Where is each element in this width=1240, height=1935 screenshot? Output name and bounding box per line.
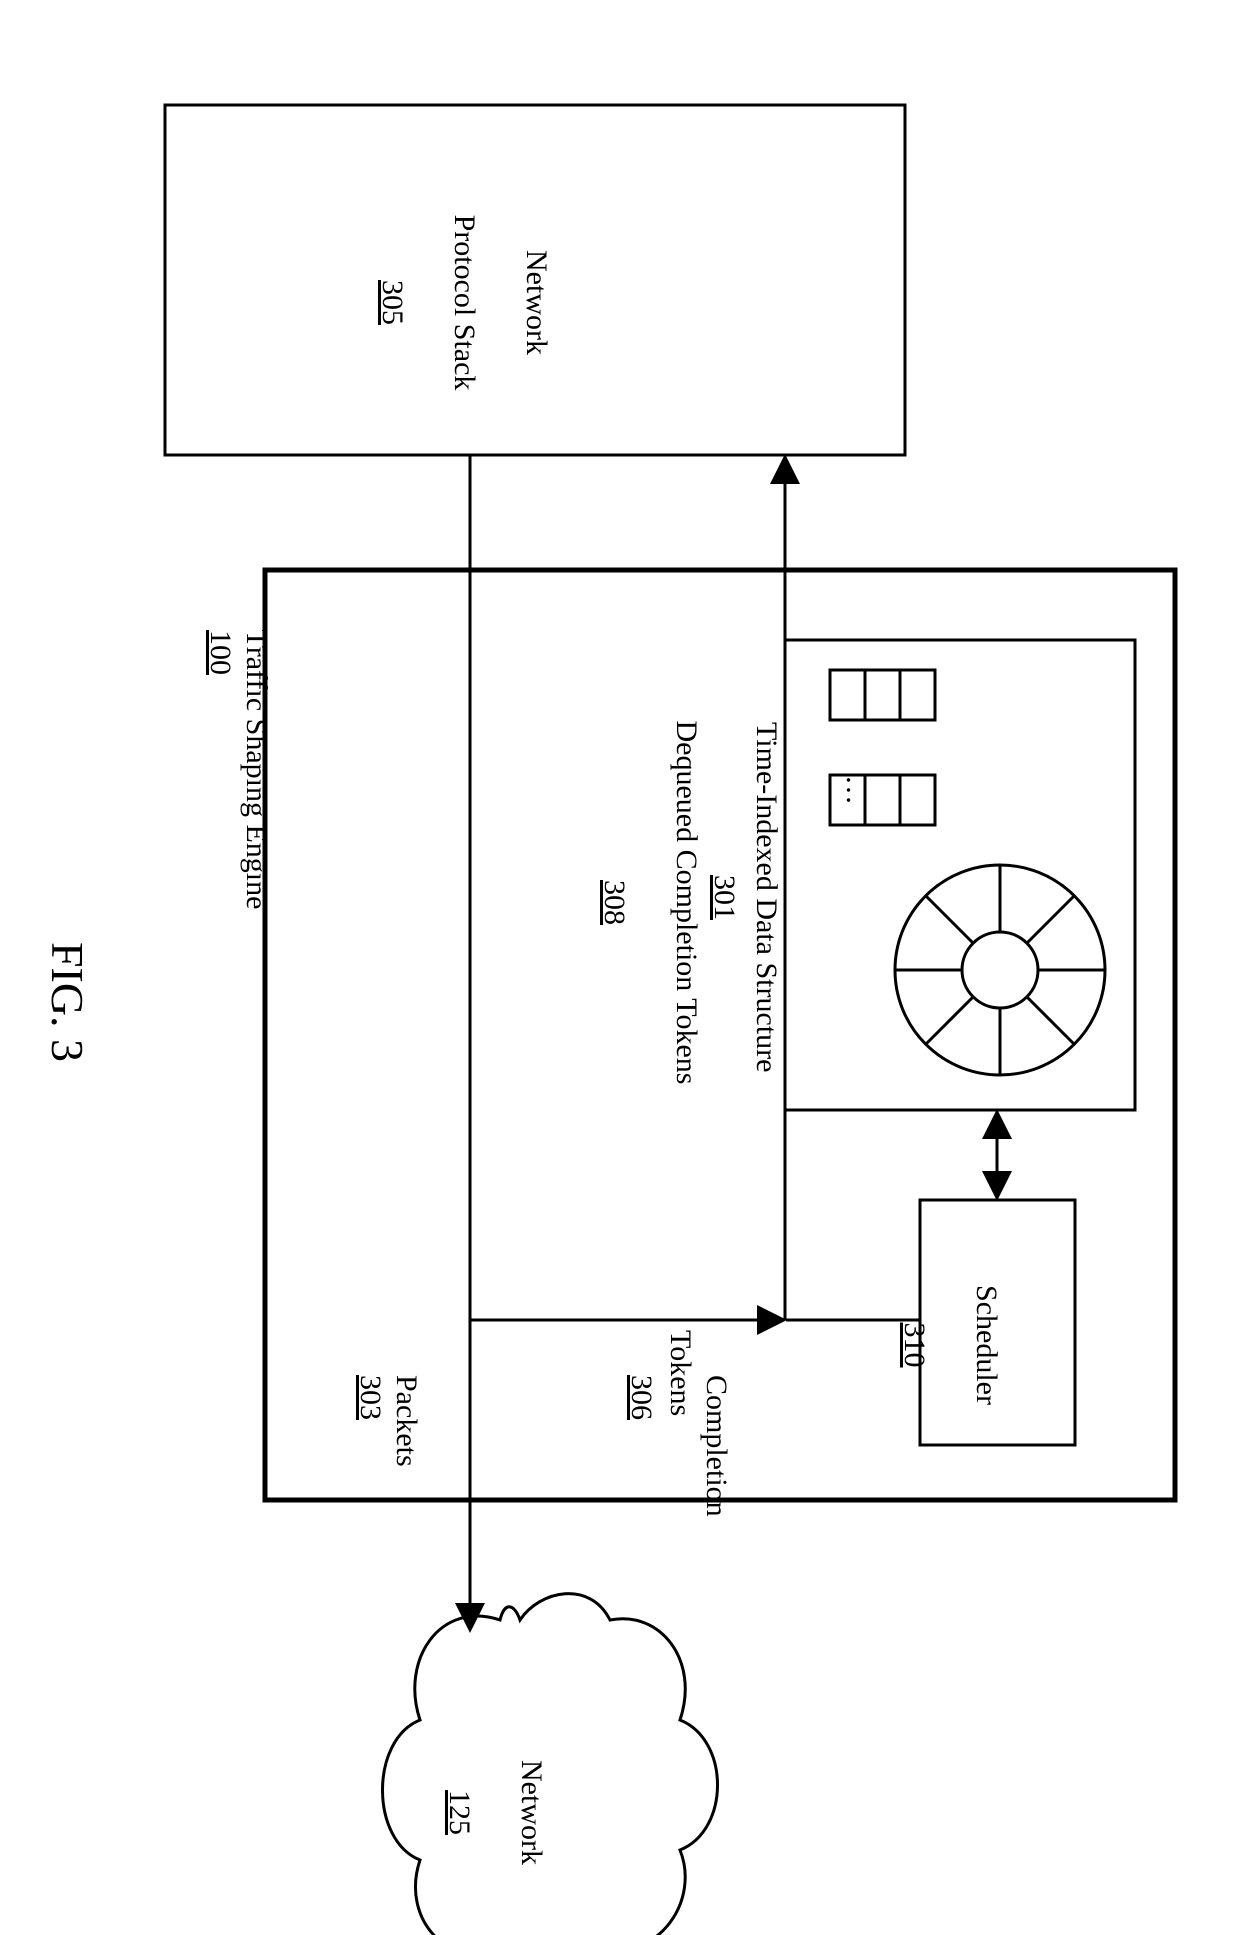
- net-number: 125: [443, 1790, 476, 1835]
- dequeued-tokens-label: Dequeued Completion Tokens 308: [560, 670, 740, 1090]
- diagram-canvas: Network Protocol Stack 305 Traffic Shapi…: [0, 0, 1240, 1935]
- ellipsis-label: …: [802, 730, 910, 770]
- tse-title: Traffic Shaping Engine: [240, 629, 273, 909]
- traffic-shaping-engine-label: Traffic Shaping Engine 100: [166, 585, 310, 909]
- pk-number: 303: [354, 1375, 387, 1420]
- nps-subtitle: Protocol Stack: [448, 215, 481, 391]
- pk-title: Packets: [390, 1375, 423, 1467]
- fig-caption-text: FIG. 3: [42, 942, 93, 1062]
- packets-label: Packets 303: [316, 1330, 460, 1467]
- dq-title: Dequeued Completion Tokens: [670, 721, 703, 1085]
- dq-number: 308: [598, 880, 631, 925]
- ct-number: 306: [625, 1375, 658, 1420]
- queue-ellipsis: …: [840, 775, 873, 805]
- network-cloud-label: Network 125: [405, 1690, 585, 1890]
- scheduler-label: Scheduler 310: [860, 1200, 1040, 1445]
- figure-caption: FIG. 3: [0, 0, 150, 1935]
- net-title: Network: [515, 1760, 548, 1865]
- tse-number: 100: [204, 630, 237, 675]
- nps-number: 305: [376, 280, 409, 325]
- network-protocol-stack-label: Network Protocol Stack 305: [338, 105, 590, 455]
- nps-title: Network: [520, 250, 553, 355]
- completion-tokens-number: 306: [587, 1330, 695, 1420]
- sched-title: Scheduler: [970, 1285, 1003, 1405]
- sched-number: 310: [898, 1323, 931, 1368]
